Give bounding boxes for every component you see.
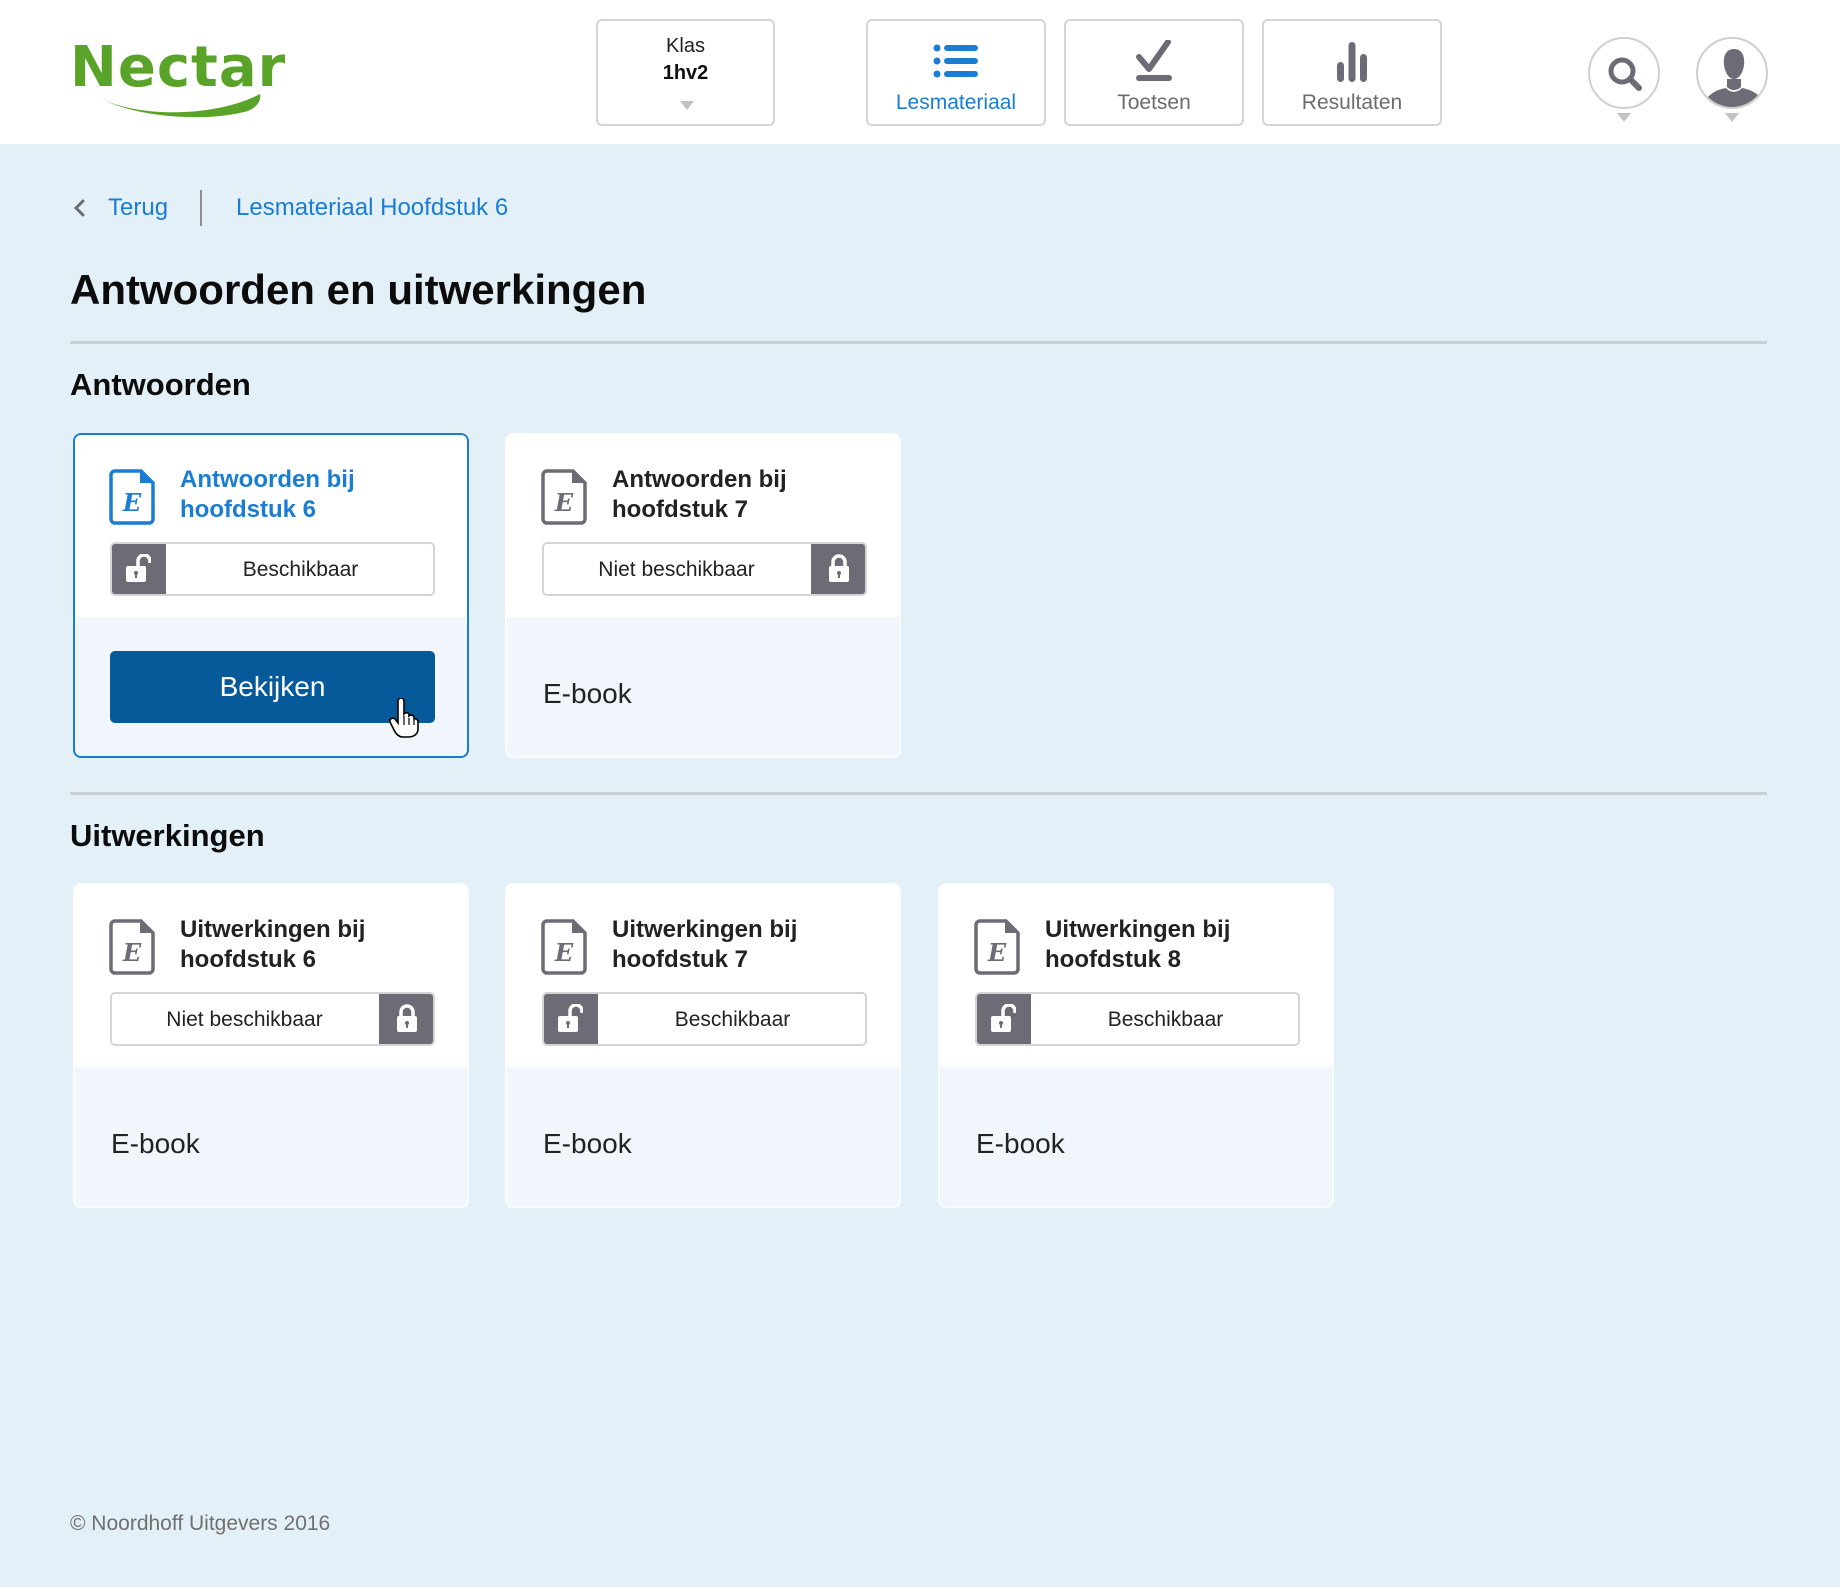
status-badge: Niet beschikbaar: [110, 992, 435, 1046]
section-title-antwoorden: Antwoorden: [70, 367, 251, 402]
view-button[interactable]: Bekijken: [110, 651, 435, 723]
search-icon: [1608, 57, 1642, 91]
footer-copyright: © Noordhoff Uitgevers 2016: [70, 1512, 331, 1535]
unlock-icon: [558, 1004, 583, 1032]
nav-lesmateriaal[interactable]: Lesmateriaal: [866, 19, 1046, 126]
divider: [70, 792, 1767, 795]
ebook-document-icon: E: [541, 919, 587, 975]
card-title-line: Uitwerkingen bij: [180, 916, 366, 943]
klas-label: Klas: [666, 35, 705, 57]
card-title[interactable]: Uitwerkingen bij hoofdstuk 8: [1045, 915, 1315, 975]
page-title: Antwoorden en uitwerkingen: [70, 266, 647, 313]
card-title[interactable]: Uitwerkingen bij hoofdstuk 7: [612, 915, 882, 975]
locked-block: [379, 994, 433, 1044]
type-label: E-book: [976, 1128, 1065, 1159]
breadcrumb-current-link[interactable]: Lesmateriaal Hoofdstuk 6: [236, 194, 508, 222]
chevron-down-icon: [1617, 113, 1631, 122]
nav-toetsen[interactable]: Toetsen: [1064, 19, 1244, 126]
klas-selector[interactable]: Klas 1hv2: [596, 19, 775, 126]
unlocked-block: [977, 994, 1031, 1044]
type-label: E-book: [543, 678, 632, 709]
nav-label: Resultaten: [1301, 91, 1403, 114]
card-title[interactable]: Uitwerkingen bij hoofdstuk 6: [180, 915, 450, 975]
logo-swoosh-icon: [96, 94, 261, 118]
chevron-down-icon: [1725, 113, 1739, 122]
top-header: Nectar Klas 1hv2 Lesmateriaal Toetsen Re…: [0, 0, 1840, 144]
card-title-line: hoofdstuk 6: [180, 946, 316, 973]
divider: [70, 341, 1767, 344]
section-title-uitwerkingen: Uitwerkingen: [70, 818, 265, 853]
card-uitwerkingen-h7[interactable]: E Uitwerkingen bij hoofdstuk 7 Beschikba…: [505, 883, 901, 1208]
card-title-line: hoofdstuk 7: [612, 946, 748, 973]
ebook-document-icon: E: [974, 919, 1020, 975]
user-avatar-icon: [1701, 49, 1766, 107]
card-title-line: hoofdstuk 6: [180, 496, 316, 523]
status-text: Beschikbaar: [674, 1008, 791, 1031]
unlock-icon: [126, 554, 151, 582]
bar-chart-icon: [1337, 42, 1367, 82]
unlocked-block: [112, 544, 166, 594]
ebook-document-icon: E: [541, 469, 587, 525]
card-title-line: hoofdstuk 8: [1045, 946, 1181, 973]
type-label: E-book: [111, 1128, 200, 1159]
breadcrumb: Terug Lesmateriaal Hoofdstuk 6: [70, 190, 508, 226]
status-text: Beschikbaar: [242, 558, 359, 581]
status-badge: Beschikbaar: [110, 542, 435, 596]
card-title[interactable]: Antwoorden bij hoofdstuk 6: [180, 465, 450, 525]
klas-value: 1hv2: [662, 62, 709, 84]
chevron-down-icon: [680, 101, 694, 110]
card-title-line: Uitwerkingen bij: [1045, 916, 1231, 943]
search-button[interactable]: [1588, 37, 1660, 109]
status-text: Niet beschikbaar: [166, 1008, 323, 1031]
back-link[interactable]: Terug: [108, 194, 168, 222]
status-badge: Beschikbaar: [975, 992, 1300, 1046]
card-title-line: Uitwerkingen bij: [612, 916, 798, 943]
unlock-icon: [991, 1004, 1016, 1032]
hand-cursor-icon: [389, 698, 419, 738]
status-text: Beschikbaar: [1107, 1008, 1224, 1031]
nectar-logo[interactable]: Nectar: [70, 36, 285, 122]
svg-text:E: E: [987, 938, 1007, 967]
card-title-line: Antwoorden bij: [612, 466, 787, 493]
locked-block: [811, 544, 865, 594]
svg-text:E: E: [122, 938, 142, 967]
lock-icon: [397, 1004, 417, 1032]
breadcrumb-separator: [200, 190, 203, 226]
lock-icon: [829, 554, 849, 582]
svg-text:E: E: [122, 488, 142, 517]
unlocked-block: [544, 994, 598, 1044]
card-uitwerkingen-h8[interactable]: E Uitwerkingen bij hoofdstuk 8 Beschikba…: [938, 883, 1334, 1208]
card-title[interactable]: Antwoorden bij hoofdstuk 7: [612, 465, 882, 525]
status-badge: Niet beschikbaar: [542, 542, 867, 596]
card-antwoorden-h6[interactable]: E Antwoorden bij hoofdstuk 6 Beschikbaar…: [73, 433, 469, 758]
checkmark-icon: [1136, 40, 1172, 81]
list-icon: [933, 44, 978, 78]
chevron-left-icon[interactable]: [70, 198, 90, 218]
card-title-line: hoofdstuk 7: [612, 496, 748, 523]
card-antwoorden-h7[interactable]: E Antwoorden bij hoofdstuk 7 Niet beschi…: [505, 433, 901, 758]
status-badge: Beschikbaar: [542, 992, 867, 1046]
ebook-document-icon: E: [109, 919, 155, 975]
nav-resultaten[interactable]: Resultaten: [1262, 19, 1442, 126]
svg-text:E: E: [554, 488, 574, 517]
ebook-document-icon: E: [109, 469, 155, 525]
user-menu-button[interactable]: [1696, 37, 1768, 109]
type-label: E-book: [543, 1128, 632, 1159]
status-text: Niet beschikbaar: [598, 558, 755, 581]
card-uitwerkingen-h6[interactable]: E Uitwerkingen bij hoofdstuk 6 Niet besc…: [73, 883, 469, 1208]
nav-label: Toetsen: [1117, 91, 1191, 114]
card-title-line: Antwoorden bij: [180, 466, 355, 493]
svg-text:E: E: [554, 938, 574, 967]
nav-label: Lesmateriaal: [895, 91, 1017, 114]
